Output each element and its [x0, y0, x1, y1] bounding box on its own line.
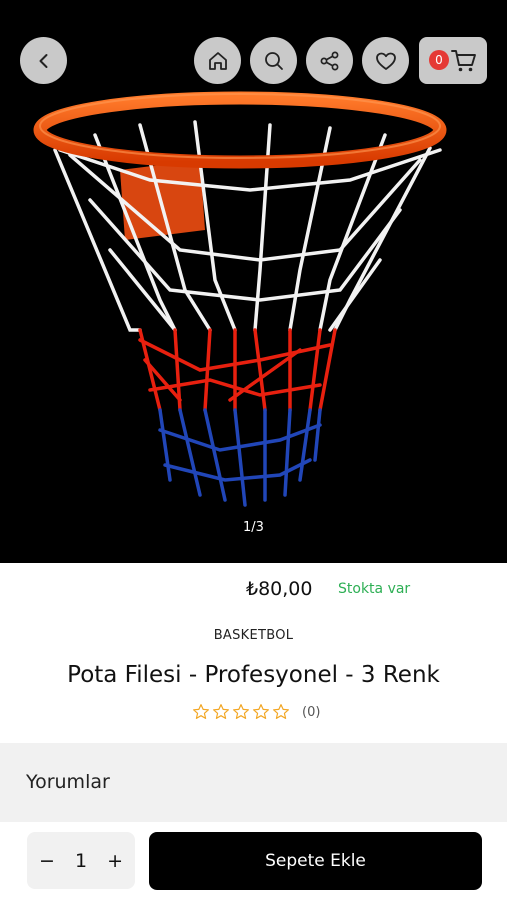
home-icon	[208, 51, 227, 70]
quantity-stepper: − 1 +	[27, 832, 135, 889]
product-category[interactable]: BASKETBOL	[0, 628, 507, 643]
star-empty-icon	[253, 704, 269, 719]
gallery-pager: 1/3	[243, 520, 264, 535]
decrease-quantity-button[interactable]: −	[39, 850, 55, 872]
star-empty-icon	[213, 704, 229, 719]
add-to-cart-bar: − 1 + Sepete Ekle	[0, 822, 507, 900]
search-button[interactable]	[250, 37, 297, 84]
star-empty-icon	[273, 704, 289, 719]
share-icon	[320, 51, 338, 70]
back-button[interactable]	[20, 37, 67, 84]
add-to-cart-button[interactable]: Sepete Ekle	[149, 832, 482, 890]
star-empty-icon	[193, 704, 209, 719]
cart-count-badge: 0	[429, 50, 449, 70]
favorite-button[interactable]	[362, 37, 409, 84]
product-image-gallery[interactable]: 0 1/3	[0, 0, 507, 563]
stock-status: Stokta var	[338, 581, 411, 597]
increase-quantity-button[interactable]: +	[107, 850, 123, 872]
product-image	[33, 91, 447, 507]
reviews-title: Yorumlar	[26, 771, 110, 793]
quantity-value: 1	[74, 849, 88, 872]
price-row: ₺80,00 Stokta var	[0, 578, 507, 604]
star-empty-icon	[233, 704, 249, 719]
cart-icon	[451, 49, 476, 71]
rating-count: (0)	[302, 704, 321, 720]
search-icon	[264, 51, 283, 70]
product-rating[interactable]: (0)	[192, 703, 320, 721]
cart-button[interactable]: 0	[419, 37, 487, 84]
product-price: ₺80,00	[246, 578, 313, 600]
home-button[interactable]	[194, 37, 241, 84]
chevron-left-icon	[39, 53, 47, 68]
share-button[interactable]	[306, 37, 353, 84]
product-title: Pota Filesi - Profesyonel - 3 Renk	[67, 662, 440, 688]
heart-icon	[375, 52, 396, 70]
